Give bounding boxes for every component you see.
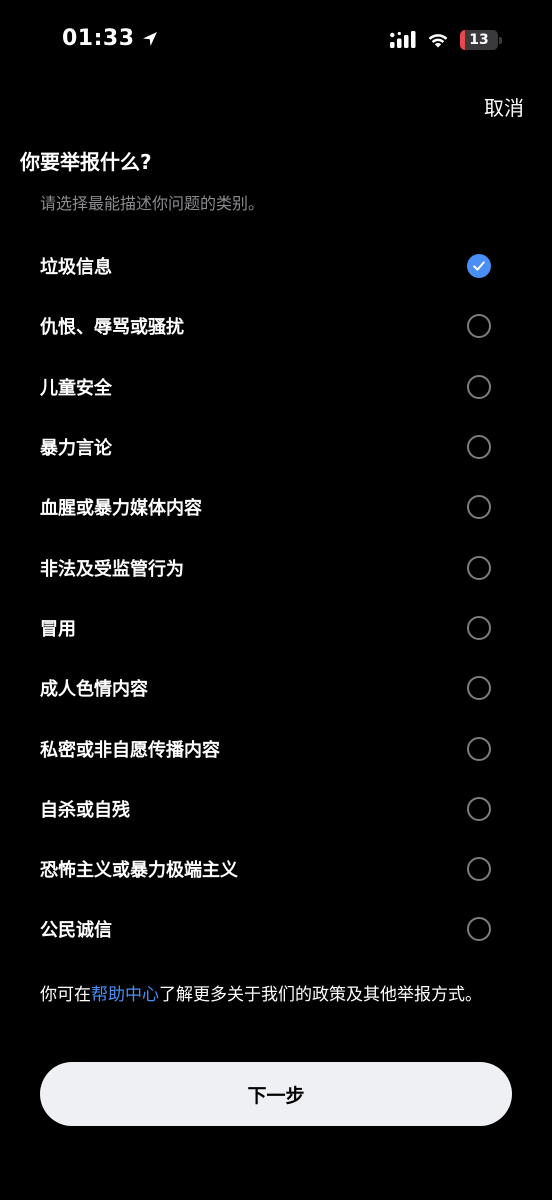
option-radio[interactable] <box>467 736 491 761</box>
option-radio[interactable] <box>467 254 491 279</box>
status-bar: 01:33 13 <box>0 0 552 84</box>
checkmark-icon <box>473 261 485 271</box>
report-option-illegal-regulated[interactable]: 非法及受监管行为 <box>0 537 552 597</box>
option-radio[interactable] <box>467 917 491 942</box>
option-label: 非法及受监管行为 <box>40 558 184 580</box>
report-option-violent-media[interactable]: 血腥或暴力媒体内容 <box>0 477 552 537</box>
option-radio[interactable] <box>467 314 491 339</box>
report-option-impersonation[interactable]: 冒用 <box>0 598 552 658</box>
option-label: 恐怖主义或暴力极端主义 <box>40 860 238 882</box>
report-option-terrorism-extremism[interactable]: 恐怖主义或暴力极端主义 <box>0 839 552 899</box>
option-radio[interactable] <box>467 435 491 460</box>
option-radio[interactable] <box>467 555 491 580</box>
option-radio[interactable] <box>467 374 491 399</box>
option-label: 仇恨、辱骂或骚扰 <box>40 317 184 339</box>
option-label: 儿童安全 <box>40 377 112 399</box>
help-text-prefix: 你可在 <box>40 985 91 1005</box>
option-label: 自杀或自残 <box>40 799 130 821</box>
status-time: 01:33 <box>62 26 159 51</box>
report-option-hate-abuse-harassment[interactable]: 仇恨、辱骂或骚扰 <box>0 296 552 356</box>
report-option-private-content[interactable]: 私密或非自愿传播内容 <box>0 718 552 778</box>
battery-level-fill <box>460 30 465 50</box>
report-option-civic-integrity[interactable]: 公民诚信 <box>0 899 552 959</box>
option-label: 垃圾信息 <box>40 257 112 279</box>
report-option-child-safety[interactable]: 儿童安全 <box>0 357 552 417</box>
cancel-button[interactable]: 取消 <box>484 92 524 121</box>
battery-percentage: 13 <box>469 32 489 48</box>
status-indicators: 13 <box>390 30 502 50</box>
page-subtitle: 请选择最能描述你问题的类别。 <box>40 194 265 213</box>
option-radio[interactable] <box>467 615 491 640</box>
report-option-violent-speech[interactable]: 暴力言论 <box>0 417 552 477</box>
option-label: 成人色情内容 <box>40 679 148 701</box>
help-text: 你可在帮助中心了解更多关于我们的政策及其他举报方式。 <box>40 982 510 1009</box>
option-radio[interactable] <box>467 796 491 821</box>
next-button[interactable]: 下一步 <box>40 1062 512 1126</box>
option-label: 暴力言论 <box>40 438 112 460</box>
clock-text: 01:33 <box>62 26 135 51</box>
report-option-suicide-self-harm[interactable]: 自杀或自残 <box>0 779 552 839</box>
battery-icon: 13 <box>460 30 498 50</box>
option-radio[interactable] <box>467 495 491 520</box>
option-radio[interactable] <box>467 857 491 882</box>
battery-cap <box>499 36 502 44</box>
option-radio[interactable] <box>467 676 491 701</box>
report-option-spam[interactable]: 垃圾信息 <box>0 236 552 296</box>
wifi-icon <box>426 31 450 49</box>
cellular-signal-icon <box>390 31 416 49</box>
help-text-suffix: 了解更多关于我们的政策及其他举报方式。 <box>159 985 482 1005</box>
location-arrow-icon <box>141 30 159 48</box>
report-category-list: 垃圾信息 仇恨、辱骂或骚扰 儿童安全 暴力言论 血腥或暴力媒体内容 非法及受监管… <box>0 236 552 960</box>
option-label: 血腥或暴力媒体内容 <box>40 498 202 520</box>
report-option-adult-content[interactable]: 成人色情内容 <box>0 658 552 718</box>
help-center-link[interactable]: 帮助中心 <box>91 985 159 1005</box>
next-button-label: 下一步 <box>247 1084 305 1107</box>
option-label: 冒用 <box>40 618 76 640</box>
option-label: 私密或非自愿传播内容 <box>40 739 220 761</box>
option-label: 公民诚信 <box>40 920 112 942</box>
page-title: 你要举报什么? <box>20 150 152 174</box>
